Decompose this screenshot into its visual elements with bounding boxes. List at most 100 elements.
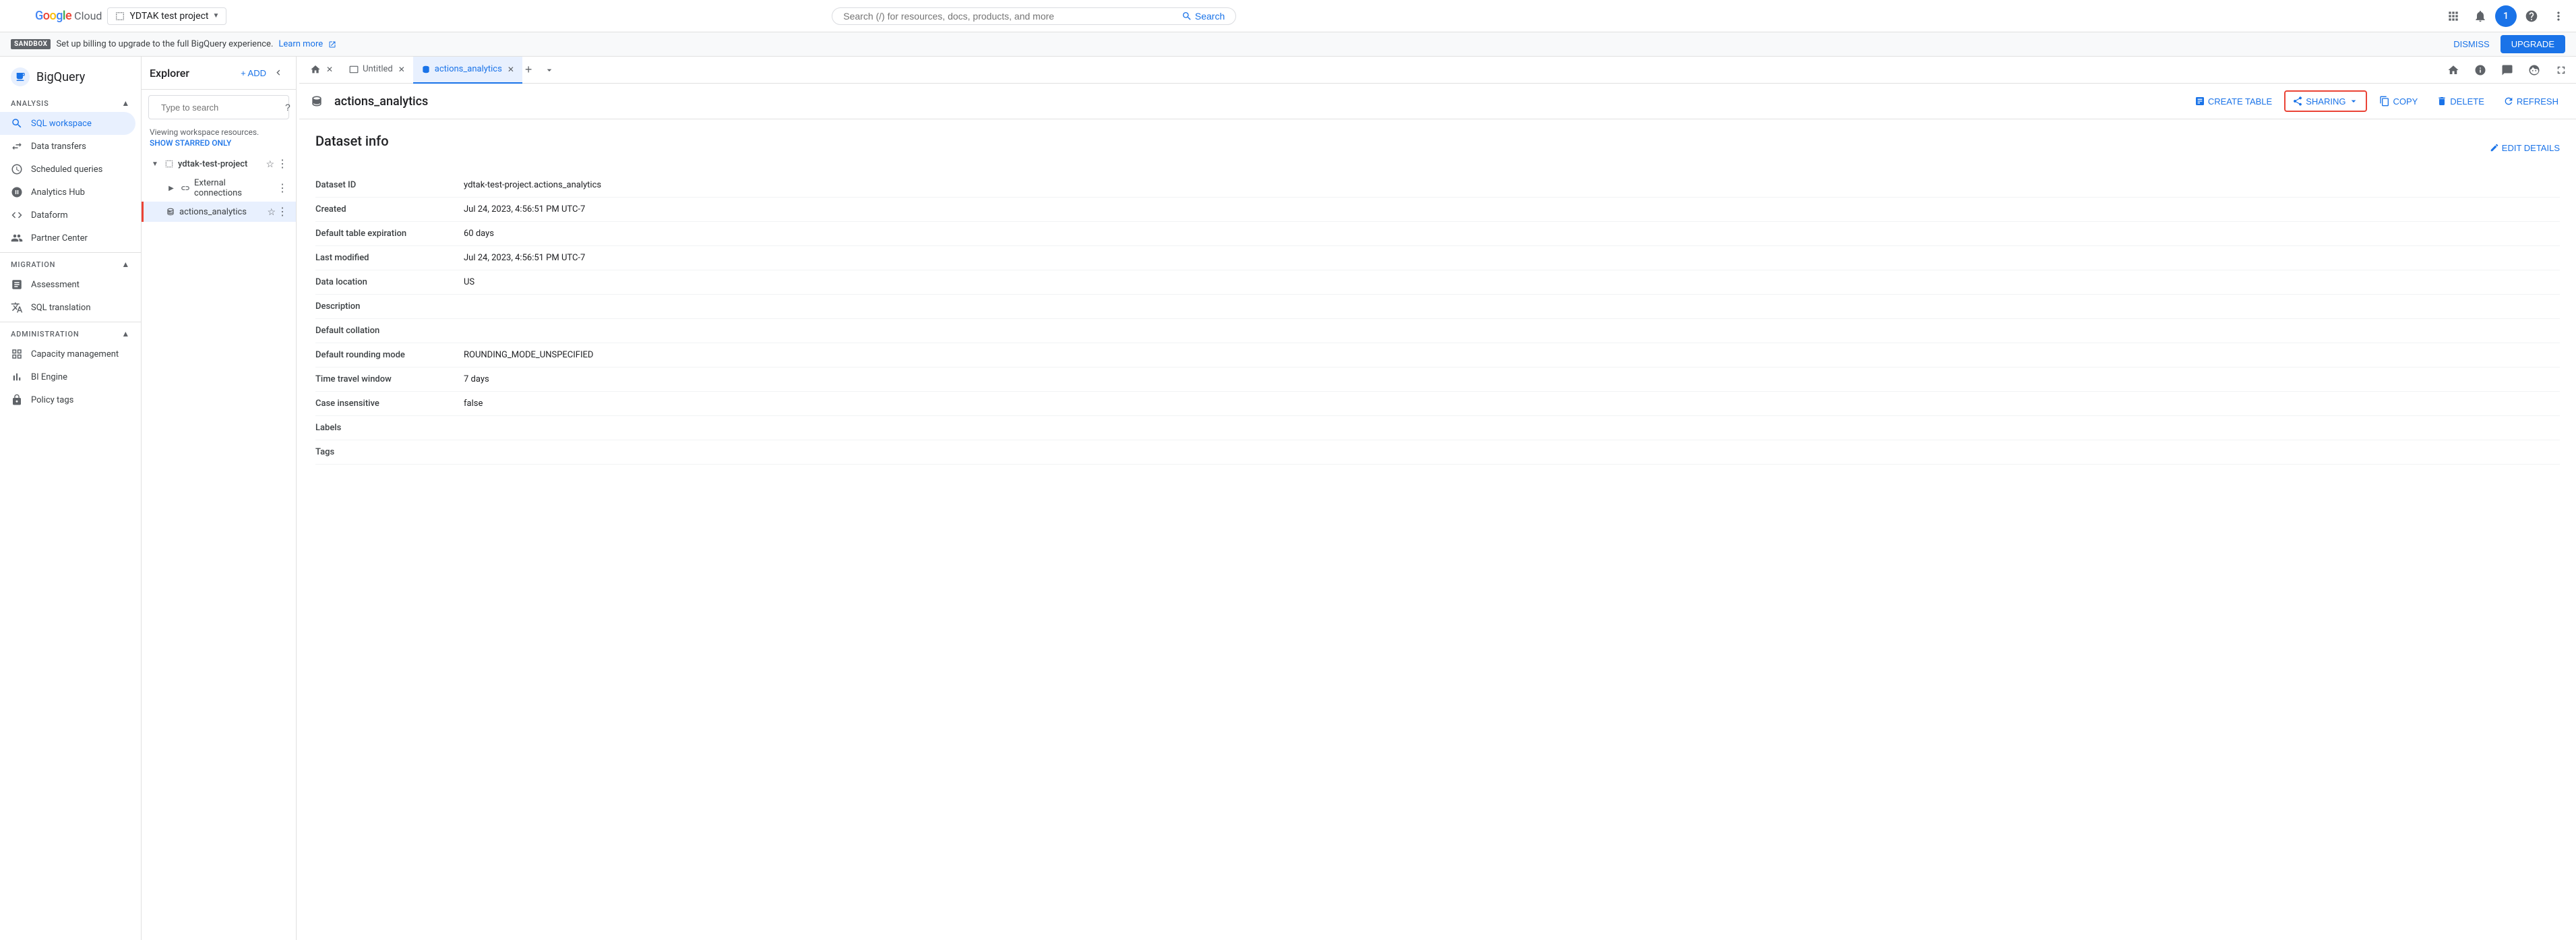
tab-actions-analytics[interactable]: actions_analytics ✕ [413,57,522,84]
tab-ai-icon[interactable] [2522,58,2546,82]
dismiss-button[interactable]: DISMISS [2448,36,2494,52]
learn-more-link[interactable]: Learn more [278,39,323,49]
apps-icon [2447,9,2460,23]
explorer-search-input[interactable] [161,102,280,113]
main-layout: BigQuery Analysis ▲ SQL workspace Data t… [0,57,2576,940]
add-button[interactable]: + ADD [241,68,266,78]
actions-analytics-actions: ☆ ⋮ [267,205,288,218]
apps-icon-button[interactable] [2441,4,2465,28]
search-button[interactable]: Search [1182,11,1225,22]
dataset-area: actions_analytics CREATE TABLE SHARING C… [299,84,2576,940]
external-connections-label: External connections [194,178,273,198]
table-row: Default rounding mode ROUNDING_MODE_UNSP… [315,343,2560,368]
create-table-button[interactable]: CREATE TABLE [2188,92,2279,111]
section-administration-label: Administration [11,330,79,339]
tab-expand-icon[interactable] [2549,58,2573,82]
search-label: Search [1195,11,1225,22]
table-row: Last modified Jul 24, 2023, 4:56:51 PM U… [315,246,2560,270]
copy-button[interactable]: COPY [2372,92,2424,111]
tab-actions-analytics-close[interactable]: ✕ [508,65,514,74]
cloud-label: Cloud [74,9,102,22]
collapse-icon-button[interactable] [269,63,288,82]
menu-icon[interactable] [5,4,30,28]
tab-home-close[interactable]: ✕ [326,65,333,74]
sql-workspace-icon [11,117,23,129]
tab-untitled-close[interactable]: ✕ [398,65,405,74]
table-row: Default collation [315,319,2560,343]
sidebar-item-bi-engine[interactable]: BI Engine [0,365,135,388]
dataset-toolbar-icon [310,94,324,108]
dataset-name: actions_analytics [334,94,428,109]
explorer-search-help-icon[interactable]: ? [285,100,290,115]
field-value: 7 days [464,368,2560,392]
project-icon [115,11,125,22]
project-more-button[interactable]: ⋮ [277,157,288,171]
policy-tags-icon [11,394,23,406]
sidebar-item-analytics-hub[interactable]: Analytics Hub [0,181,135,204]
tree-item-actions-analytics[interactable]: actions_analytics ☆ ⋮ [142,202,296,222]
data-transfers-icon [11,140,23,152]
section-migration-label: Migration [11,260,55,269]
external-connections-icon [181,183,190,193]
field-label: Dataset ID [315,173,464,198]
project-selector[interactable]: YDTAK test project ▼ [107,7,226,25]
field-value [464,319,2560,343]
sidebar-item-assessment[interactable]: Assessment [0,273,135,296]
sidebar-item-policy-tags-label: Policy tags [31,395,73,405]
sidebar-item-capacity-management[interactable]: Capacity management [0,343,135,365]
project-star-button[interactable]: ☆ [266,157,274,171]
avatar[interactable]: 1 [2495,5,2517,27]
more-tabs-button[interactable] [537,58,561,82]
delete-icon [2436,96,2447,107]
search-input[interactable] [843,11,1182,22]
sidebar-item-data-transfers[interactable]: Data transfers [0,135,135,158]
notifications-icon-button[interactable] [2468,4,2492,28]
actions-analytics-more-button[interactable]: ⋮ [277,205,288,218]
edit-details-label: EDIT DETAILS [2502,143,2560,153]
external-connections-more-button[interactable]: ⋮ [277,181,288,195]
more-icon-button[interactable] [2546,4,2571,28]
edit-details-button[interactable]: EDIT DETAILS [2490,143,2560,153]
sidebar-item-dataform[interactable]: Dataform [0,204,135,227]
sharing-button[interactable]: SHARING [2284,90,2367,112]
actions-analytics-star-button[interactable]: ☆ [267,205,276,218]
delete-button[interactable]: DELETE [2430,92,2491,111]
table-row: Time travel window 7 days [315,368,2560,392]
untitled-tab-label: Untitled [363,64,393,74]
dataform-icon [11,209,23,221]
refresh-button[interactable]: REFRESH [2496,92,2565,111]
sidebar-item-scheduled-queries[interactable]: Scheduled queries [0,158,135,181]
add-tab-button[interactable]: + [522,63,535,77]
field-value: Jul 24, 2023, 4:56:51 PM UTC-7 [464,198,2560,222]
sidebar-item-policy-tags[interactable]: Policy tags [0,388,135,411]
tab-untitled[interactable]: Untitled ✕ [341,57,413,84]
section-analysis[interactable]: Analysis ▲ [0,94,141,112]
bigquery-icon [11,67,30,86]
upgrade-button[interactable]: UPGRADE [2501,35,2565,53]
tab-info-icon[interactable] [2468,58,2492,82]
tree-item-external-connections[interactable]: ▶ External connections ⋮ [142,175,296,202]
show-starred-link[interactable]: SHOW STARRED ONLY [142,138,296,153]
scheduled-queries-icon [11,163,23,175]
create-table-icon [2195,96,2205,107]
tree-project-row[interactable]: ▼ ydtak-test-project ☆ ⋮ [142,153,296,175]
field-value: ROUNDING_MODE_UNSPECIFIED [464,343,2560,368]
table-row: Description [315,295,2560,319]
sharing-label: SHARING [2306,96,2345,107]
sandbox-banner: SANDBOX Set up billing to upgrade to the… [0,32,2576,57]
topbar: Google Cloud YDTAK test project ▼ Search… [0,0,2576,32]
help-icon-button[interactable] [2519,4,2544,28]
ai-icon [2528,64,2540,76]
dataset-info: Dataset info EDIT DETAILS Dataset ID ydt… [299,119,2576,478]
sidebar-item-partner-center[interactable]: Partner Center [0,227,135,249]
section-administration[interactable]: Administration ▲ [0,325,141,343]
tab-home-right-icon[interactable] [2441,58,2465,82]
field-label: Description [315,295,464,319]
sidebar-item-bi-engine-label: BI Engine [31,372,67,382]
tab-chat-icon[interactable] [2495,58,2519,82]
section-migration[interactable]: Migration ▲ [0,256,141,273]
tab-home[interactable]: ✕ [302,57,341,84]
sidebar-item-sql-workspace[interactable]: SQL workspace [0,112,135,135]
sidebar-item-sql-translation[interactable]: SQL translation [0,296,135,319]
copy-icon [2379,96,2390,107]
